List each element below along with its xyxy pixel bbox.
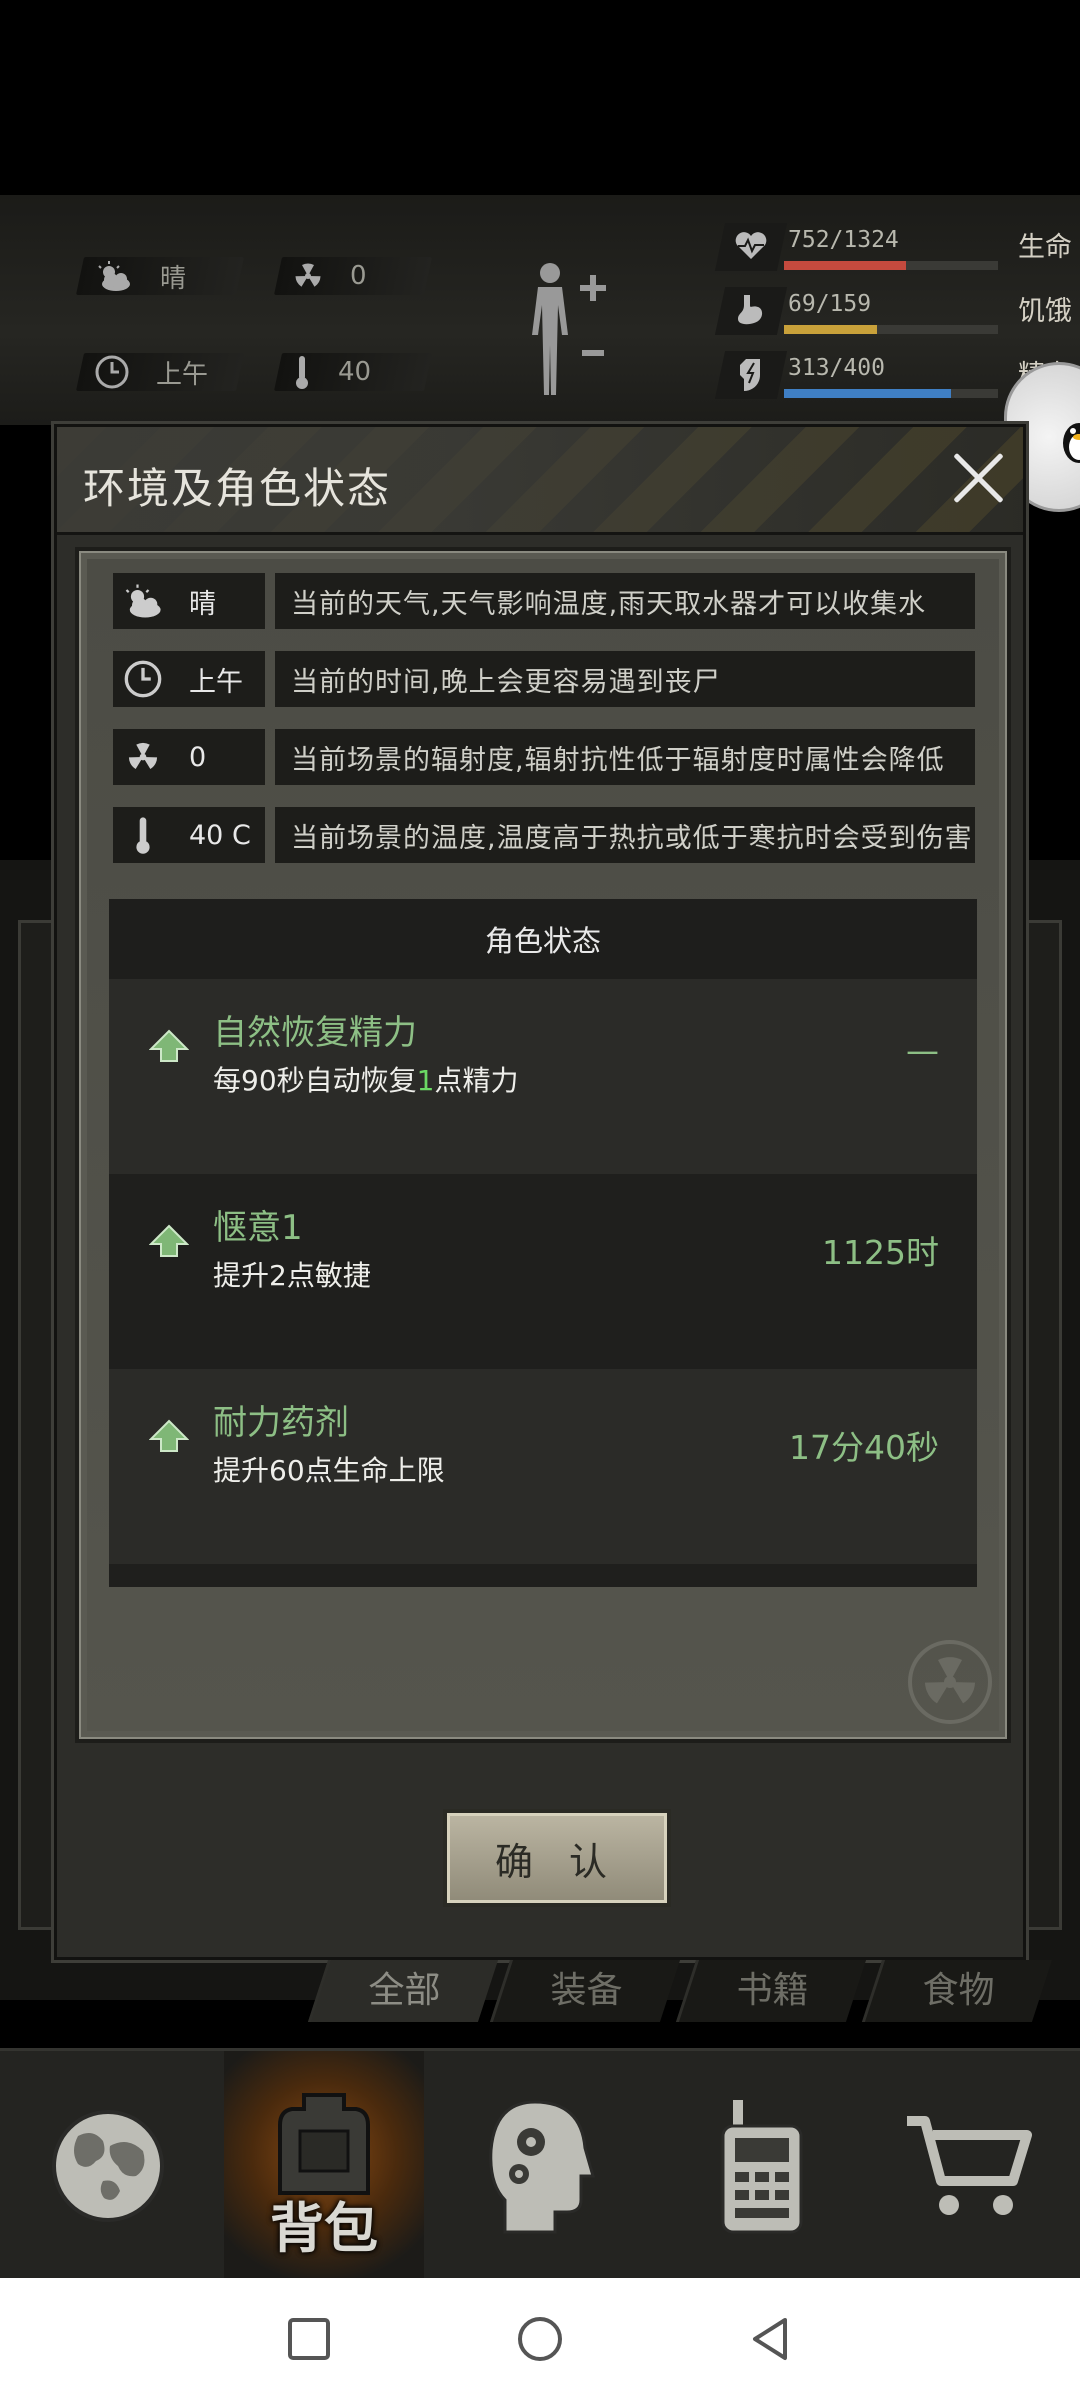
hud-radiation: 0	[273, 257, 433, 295]
buff-arrow-icon	[149, 1224, 189, 1257]
status-item: 惬意1 提升2点敏捷 1125时	[109, 1174, 977, 1369]
close-button[interactable]	[949, 449, 1007, 507]
hud-radiation-value: 0	[350, 261, 367, 291]
square-icon	[288, 2318, 330, 2360]
status-name: 惬意1	[213, 1208, 303, 1248]
env-temperature-value: 40 C	[189, 819, 251, 851]
tab-equipment[interactable]: 装备	[489, 1960, 681, 2022]
hud-temperature-value: 40	[338, 357, 372, 387]
penguin-icon	[1063, 423, 1080, 463]
status-name: 耐力药剂	[213, 1403, 349, 1443]
back-triangle-icon	[753, 2318, 787, 2360]
env-row-radiation: 0 当前场景的辐射度,辐射抗性低于辐射度时属性会降低	[113, 729, 975, 785]
nav-shop[interactable]	[868, 2051, 1068, 2281]
dialog-header: 环境及角色状态	[57, 427, 1023, 535]
shopping-cart-icon	[907, 2116, 1032, 2215]
stat-health: 752/1324 生命	[714, 219, 1080, 275]
status-desc: 提升2点敏捷	[213, 1259, 371, 1292]
nav-backpack[interactable]: 背包	[224, 2051, 424, 2281]
hunger-value: 69/159	[788, 291, 872, 317]
env-radiation-desc: 当前场景的辐射度,辐射抗性低于辐射度时属性会降低	[291, 744, 945, 776]
circle-icon	[518, 2317, 562, 2361]
home-button[interactable]	[515, 2314, 565, 2364]
hud-weather: 晴	[75, 257, 245, 295]
character-status-header: 角色状态	[109, 899, 977, 979]
status-item: 自然恢复精力 每90秒自动恢复1点精力 —	[109, 979, 977, 1174]
status-duration: —	[906, 1031, 939, 1070]
recent-apps-button[interactable]	[284, 2314, 334, 2364]
env-row-time: 上午 当前的时间,晚上会更容易遇到丧尸	[113, 651, 975, 707]
nav-backpack-label: 背包	[270, 2197, 378, 2260]
dialog-content-frame: 晴 当前的天气,天气影响温度,雨天取水器才可以收集水 上午 当前的时间,晚上会更…	[75, 547, 1011, 1743]
status-duration: 1125时	[822, 1233, 939, 1272]
back-button[interactable]	[745, 2314, 795, 2364]
tab-food[interactable]: 食物	[861, 1960, 1053, 2022]
env-weather-value: 晴	[189, 588, 216, 620]
status-desc: 每90秒自动恢复1点精力	[213, 1064, 519, 1097]
confirm-button[interactable]: 确 认	[443, 1809, 671, 1907]
env-radiation-value: 0	[189, 741, 207, 773]
hud-temperature: 40	[273, 353, 433, 391]
character-body-button[interactable]	[520, 255, 620, 405]
nav-radio[interactable]	[662, 2051, 862, 2281]
energy-fist-icon	[740, 359, 760, 391]
confirm-label: 确 认	[494, 1839, 620, 1884]
globe-icon	[52, 2110, 164, 2222]
buff-arrow-icon	[149, 1029, 189, 1062]
env-weather-desc: 当前的天气,天气影响温度,雨天取水器才可以收集水	[291, 588, 927, 620]
head-gears-icon	[489, 2100, 595, 2234]
tab-all[interactable]: 全部	[307, 1960, 499, 2022]
status-desc: 提升60点生命上限	[213, 1454, 445, 1487]
env-time-desc: 当前的时间,晚上会更容易遇到丧尸	[291, 666, 721, 698]
stat-hunger: 69/159 饥饿	[714, 283, 1080, 339]
env-row-weather: 晴 当前的天气,天气影响温度,雨天取水器才可以收集水	[113, 573, 975, 629]
hud-weather-value: 晴	[160, 263, 187, 294]
tab-books[interactable]: 书籍	[675, 1960, 867, 2022]
status-item: 耐力药剂 提升60点生命上限 17分40秒	[109, 1369, 977, 1564]
body-figure-icon	[532, 263, 606, 395]
status-dialog: 环境及角色状态 晴 当前的天气,天气影响温度,雨天取水器才可以收集水 上午 当前…	[54, 424, 1026, 1960]
hunger-label: 饥饿	[1018, 296, 1072, 327]
bottom-navigation: 背包	[0, 2048, 1080, 2281]
hunger-bar-fill	[784, 325, 877, 334]
sun-cloud-icon	[125, 584, 161, 618]
walkie-talkie-icon	[721, 2100, 803, 2234]
thermometer-icon	[296, 356, 308, 389]
radiation-watermark-icon	[908, 1640, 992, 1724]
hud-time-value: 上午	[156, 359, 209, 390]
character-status-title: 角色状态	[484, 924, 601, 958]
energy-bar-fill	[784, 389, 952, 398]
system-navigation-bar	[0, 2278, 1080, 2400]
sun-cloud-icon	[98, 261, 130, 291]
env-row-temperature: 40 C 当前场景的温度,温度高于热抗或低于寒抗时会受到伤害	[113, 807, 975, 863]
status-name: 自然恢复精力	[213, 1013, 417, 1053]
buff-arrow-icon	[149, 1419, 189, 1452]
clock-icon	[124, 660, 162, 698]
heart-pulse-icon	[735, 232, 767, 259]
energy-value: 313/400	[788, 355, 885, 381]
status-list: 自然恢复精力 每90秒自动恢复1点精力 — 惬意1 提升2点敏捷 1125时 耐…	[109, 979, 977, 1587]
nav-world[interactable]	[8, 2051, 208, 2281]
radiation-icon	[128, 742, 158, 770]
thermometer-icon	[136, 817, 150, 854]
nav-skills[interactable]	[440, 2051, 640, 2281]
hud-time: 上午	[75, 353, 245, 391]
health-label: 生命	[1018, 232, 1072, 263]
inventory-tabs: 全部 装备 书籍 食物	[0, 1960, 1080, 2026]
health-bar-fill	[784, 261, 906, 270]
dialog-title: 环境及角色状态	[83, 464, 392, 513]
clock-icon	[95, 355, 129, 389]
health-value: 752/1324	[788, 227, 899, 253]
env-time-value: 上午	[189, 666, 243, 698]
status-duration: 17分40秒	[789, 1428, 939, 1467]
radiation-icon	[295, 263, 321, 287]
env-temperature-desc: 当前场景的温度,温度高于热抗或低于寒抗时会受到伤害	[291, 822, 973, 854]
stomach-icon	[738, 295, 763, 325]
status-hud: 晴 0 上午 40 752/1324 生命 69/159 饥饿 313/400	[0, 195, 1080, 425]
